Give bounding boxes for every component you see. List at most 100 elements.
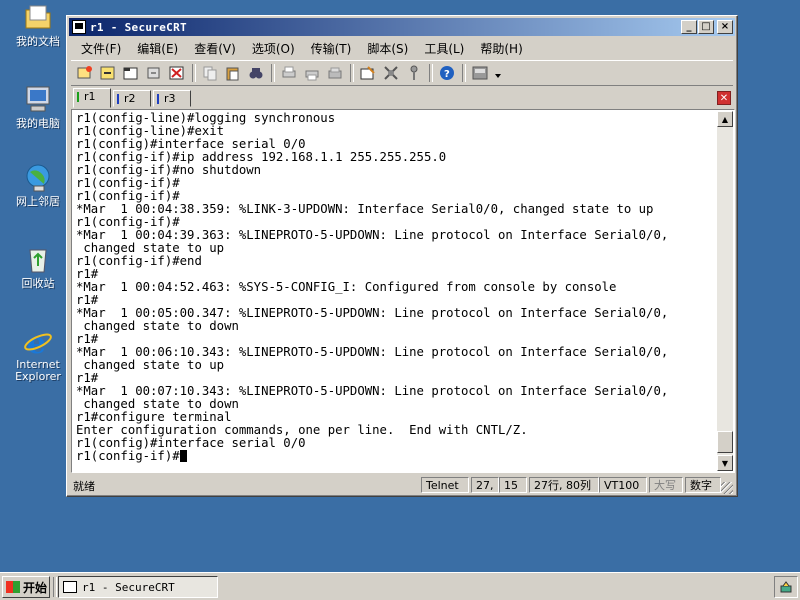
connect-button[interactable]	[75, 63, 95, 83]
find-icon	[249, 68, 263, 79]
status-emulation: VT100	[599, 477, 647, 493]
toolbar-separator	[192, 64, 196, 82]
status-col: 15	[499, 477, 527, 493]
help-icon: ?	[440, 66, 454, 80]
close-icon: ✕	[719, 92, 729, 104]
desktop-icon-label: Explorer	[15, 370, 61, 383]
session-options-button[interactable]	[358, 63, 378, 83]
maximize-button[interactable]: □	[698, 20, 714, 34]
recycle-bin-icon	[22, 244, 54, 276]
reconnect-button[interactable]	[144, 63, 164, 83]
app-icon[interactable]	[72, 20, 86, 34]
menu-help[interactable]: 帮助(H)	[470, 40, 528, 57]
menu-script[interactable]: 脚本(S)	[357, 40, 414, 57]
title-bar[interactable]: r1 - SecureCRT _ □ ×	[69, 18, 735, 36]
system-tray[interactable]	[774, 576, 798, 598]
terminal-prompt-line: r1(config-if)#	[76, 450, 718, 463]
desktop-icon-label: 网上邻居	[16, 195, 60, 208]
key-icon	[410, 65, 418, 80]
securecrt-icon	[63, 581, 77, 593]
help-button[interactable]: ?	[437, 63, 457, 83]
status-num: 数字	[685, 477, 721, 493]
disconnect-icon	[169, 66, 184, 80]
status-protocol: Telnet	[421, 477, 469, 493]
close-icon: ×	[720, 21, 730, 32]
taskbar: 开始 r1 - SecureCRT	[0, 572, 800, 600]
tab-r2[interactable]: r2	[113, 90, 151, 107]
terminal-line: r1(config-if)#end	[76, 254, 202, 268]
session-tabs: r1 r2 r3 ✕	[71, 88, 733, 108]
arrow-up-icon: ▲	[721, 114, 729, 124]
paste-icon	[226, 67, 239, 81]
window-title: r1 - SecureCRT	[90, 20, 187, 34]
scroll-up-button[interactable]: ▲	[717, 111, 733, 127]
print-icon	[282, 66, 296, 78]
find-button[interactable]	[246, 63, 266, 83]
tab-label: r1	[84, 90, 96, 103]
global-options-button[interactable]	[381, 63, 401, 83]
tab-r3[interactable]: r3	[153, 90, 191, 107]
minimize-button[interactable]: _	[681, 20, 697, 34]
connect-in-tab-button[interactable]	[121, 63, 141, 83]
my-documents-icon	[22, 2, 54, 34]
terminal-line: changed state to up	[76, 358, 225, 372]
copy-button[interactable]	[200, 63, 220, 83]
terminal-output[interactable]: r1(config-line)#logging synchronous r1(co…	[73, 110, 718, 472]
toolbar-separator	[350, 64, 354, 82]
minimize-icon: _	[686, 21, 692, 32]
start-button[interactable]: 开始	[2, 576, 50, 598]
menu-view[interactable]: 查看(V)	[184, 40, 242, 57]
print-setup-button[interactable]	[325, 63, 345, 83]
terminal-prompt: r1(config-if)#	[76, 449, 180, 463]
global-options-icon	[384, 66, 398, 80]
menu-edit[interactable]: 编辑(E)	[127, 40, 184, 57]
quick-connect-button[interactable]	[98, 63, 118, 83]
network-tray-icon	[780, 581, 792, 593]
vertical-scrollbar[interactable]: ▲ ▼	[717, 111, 733, 471]
session-options-icon	[360, 66, 375, 80]
print-button[interactable]	[279, 63, 299, 83]
status-caps: 大写	[649, 477, 683, 493]
resize-grip[interactable]	[721, 482, 733, 494]
desktop-icon-internet-explorer[interactable]: e Internet Explorer	[6, 325, 70, 383]
internet-explorer-icon: e	[22, 325, 54, 361]
arrow-down-icon: ▼	[721, 458, 729, 468]
close-tab-button[interactable]: ✕	[717, 91, 731, 105]
connect-in-tab-icon	[123, 67, 138, 80]
taskbar-button-label: r1 - SecureCRT	[82, 580, 175, 594]
tab-label: r3	[164, 92, 176, 105]
print-selection-button[interactable]	[302, 63, 322, 83]
network-icon	[22, 162, 54, 194]
paste-button[interactable]	[223, 63, 243, 83]
desktop-icon-network[interactable]: 网上邻居	[6, 162, 70, 208]
tab-status-indicator	[77, 92, 79, 102]
tab-r1[interactable]: r1	[73, 88, 111, 108]
my-computer-icon	[22, 84, 54, 116]
taskbar-button-securecrt[interactable]: r1 - SecureCRT	[58, 576, 218, 598]
sftp-button[interactable]	[470, 63, 490, 83]
menu-file[interactable]: 文件(F)	[71, 40, 127, 57]
windows-logo-icon	[6, 581, 20, 593]
securecrt-window: r1 - SecureCRT _ □ × 文件(F) 编辑(E) 查看(V) 选…	[66, 15, 738, 497]
reconnect-icon	[147, 67, 160, 79]
chevron-down-icon	[495, 74, 501, 78]
menu-transfer[interactable]: 传输(T)	[301, 40, 358, 57]
menu-options[interactable]: 选项(O)	[242, 40, 301, 57]
scroll-down-button[interactable]: ▼	[717, 455, 733, 471]
menu-tools[interactable]: 工具(L)	[414, 40, 470, 57]
status-bar: 就绪 Telnet 27, 15 27行, 80列 VT100 大写 数字	[71, 476, 733, 494]
desktop-icon-recycle-bin[interactable]: 回收站	[6, 244, 70, 290]
scroll-thumb[interactable]	[717, 431, 733, 453]
terminal-cursor	[179, 450, 187, 462]
toolbar-more-button[interactable]	[493, 63, 503, 83]
desktop-icon-my-computer[interactable]: 我的电脑	[6, 84, 70, 130]
keymap-button[interactable]	[404, 63, 424, 83]
disconnect-button[interactable]	[167, 63, 187, 83]
close-button[interactable]: ×	[717, 20, 733, 34]
desktop-icon-my-documents[interactable]: 我的文档	[6, 2, 70, 48]
status-row: 27,	[471, 477, 499, 493]
toolbar: ?	[71, 60, 733, 86]
taskbar-separator	[53, 577, 57, 597]
status-size: 27行, 80列	[529, 477, 599, 493]
toolbar-separator	[462, 64, 466, 82]
